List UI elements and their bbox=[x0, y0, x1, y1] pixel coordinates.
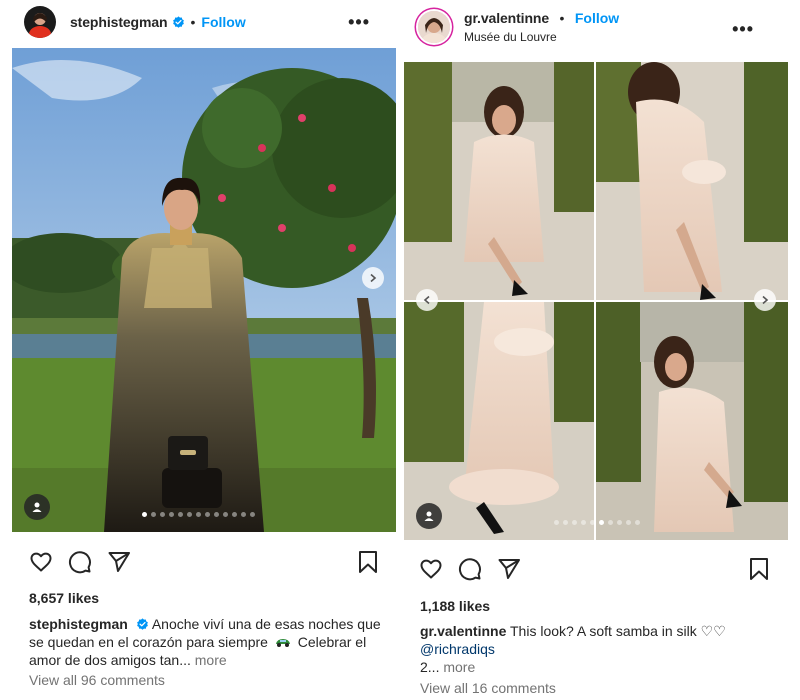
separator-dot: • bbox=[190, 14, 196, 30]
bookmark-icon[interactable] bbox=[748, 557, 770, 581]
location-link[interactable]: Musée du Louvre bbox=[464, 30, 619, 44]
carousel-dot bbox=[232, 512, 237, 517]
user-tag-icon bbox=[32, 502, 42, 512]
carousel-dot bbox=[187, 512, 192, 517]
avatar[interactable] bbox=[24, 6, 56, 38]
likes-count[interactable]: 8,657 likes bbox=[29, 590, 99, 606]
bookmark-icon[interactable] bbox=[357, 550, 379, 574]
previous-image-button[interactable] bbox=[416, 289, 438, 311]
carousel-dot bbox=[554, 520, 559, 525]
chevron-left-icon bbox=[423, 295, 430, 305]
verified-badge-icon bbox=[136, 618, 148, 630]
carousel-dot bbox=[626, 520, 631, 525]
username[interactable]: stephistegman bbox=[70, 14, 168, 30]
separator-dot: • bbox=[559, 10, 565, 26]
next-image-button[interactable] bbox=[362, 267, 384, 289]
post-image[interactable] bbox=[12, 48, 396, 532]
carousel-dot bbox=[196, 512, 201, 517]
caption-username[interactable]: gr.valentinne bbox=[420, 623, 506, 639]
carousel-dot bbox=[214, 512, 219, 517]
caption-tail: 2... bbox=[420, 659, 440, 675]
carousel-dots bbox=[142, 512, 255, 517]
share-icon[interactable] bbox=[497, 557, 521, 581]
view-comments-link[interactable]: View all 96 comments bbox=[29, 672, 165, 688]
carousel-dot bbox=[205, 512, 210, 517]
carousel-dot bbox=[250, 512, 255, 517]
verified-badge-icon bbox=[172, 15, 184, 28]
post-gr-valentinne: gr.valentinne • Follow Musée du Louvre •… bbox=[404, 0, 788, 700]
more-link[interactable]: more bbox=[195, 652, 227, 668]
more-options-icon[interactable]: ••• bbox=[732, 20, 754, 38]
carousel-dot bbox=[223, 512, 228, 517]
carousel-dot bbox=[581, 520, 586, 525]
carousel-dot bbox=[178, 512, 183, 517]
post-header: stephistegman • Follow ••• bbox=[24, 6, 396, 38]
post-caption: gr.valentinne This look? A soft samba in… bbox=[420, 622, 775, 676]
carousel-dot bbox=[169, 512, 174, 517]
post-image[interactable] bbox=[404, 62, 788, 540]
user-tag-button[interactable] bbox=[416, 503, 442, 529]
post-caption: stephistegman Anoche viví una de esas no… bbox=[29, 615, 384, 669]
carousel-dot bbox=[151, 512, 156, 517]
follow-button[interactable]: Follow bbox=[201, 14, 245, 30]
heart-icon[interactable] bbox=[419, 557, 443, 581]
avatar[interactable] bbox=[418, 11, 450, 43]
caption-username[interactable]: stephistegman bbox=[29, 616, 128, 632]
likes-count[interactable]: 1,188 likes bbox=[420, 598, 490, 614]
caption-text: This look? A soft samba in silk ♡♡ bbox=[510, 623, 726, 639]
comment-icon[interactable] bbox=[458, 557, 482, 581]
photo-collage-cream-dress bbox=[404, 62, 788, 540]
view-comments-link[interactable]: View all 16 comments bbox=[420, 680, 556, 696]
carousel-dot bbox=[241, 512, 246, 517]
carousel-dot bbox=[590, 520, 595, 525]
follow-button[interactable]: Follow bbox=[575, 10, 619, 26]
carousel-dot bbox=[635, 520, 640, 525]
user-tag-icon bbox=[424, 511, 434, 521]
more-options-icon[interactable]: ••• bbox=[348, 13, 370, 31]
user-tag-button[interactable] bbox=[24, 494, 50, 520]
carousel-dot bbox=[160, 512, 165, 517]
carousel-dot bbox=[599, 520, 604, 525]
carousel-dot bbox=[608, 520, 613, 525]
heart-icon[interactable] bbox=[29, 550, 53, 574]
chevron-right-icon bbox=[370, 273, 377, 283]
photo-woman-gold-gown bbox=[12, 48, 396, 532]
share-icon[interactable] bbox=[107, 550, 131, 574]
username[interactable]: gr.valentinne bbox=[464, 10, 549, 26]
carousel-dot bbox=[563, 520, 568, 525]
next-image-button[interactable] bbox=[754, 289, 776, 311]
post-actions bbox=[12, 550, 396, 576]
more-link[interactable]: more bbox=[443, 659, 475, 675]
comment-icon[interactable] bbox=[68, 550, 92, 574]
carousel-dot bbox=[572, 520, 577, 525]
carousel-dots bbox=[554, 520, 640, 525]
post-actions bbox=[404, 557, 788, 583]
carousel-dot bbox=[617, 520, 622, 525]
carousel-dot bbox=[142, 512, 147, 517]
car-emoji-icon bbox=[275, 639, 290, 647]
mention-link[interactable]: @richradiqs bbox=[420, 641, 495, 657]
post-header: gr.valentinne • Follow Musée du Louvre •… bbox=[418, 10, 788, 44]
post-stephistegman: stephistegman • Follow ••• 8,657 likes s… bbox=[12, 0, 396, 700]
chevron-right-icon bbox=[762, 295, 769, 305]
